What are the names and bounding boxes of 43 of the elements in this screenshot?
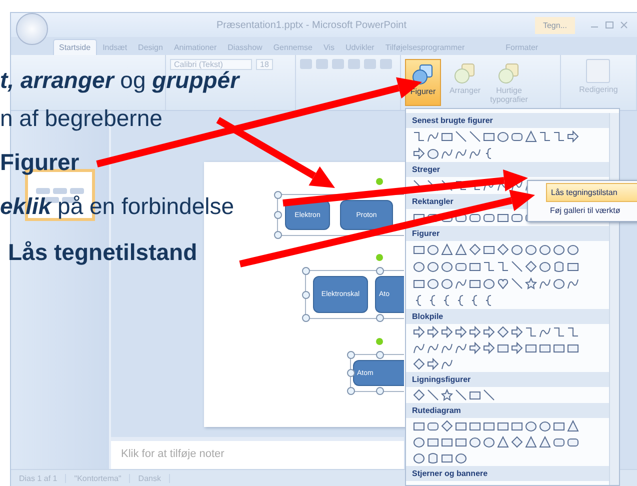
annotation-text: t, arranger og gruppér: [0, 68, 240, 94]
resize-handle[interactable]: [274, 211, 282, 219]
rotate-handle[interactable]: [376, 338, 383, 345]
resize-handle[interactable]: [347, 387, 355, 395]
gallery-heading: Blokpile: [406, 309, 609, 324]
resize-handle[interactable]: [274, 191, 282, 199]
annotation-text: Figurer: [0, 150, 80, 176]
resize-handle[interactable]: [347, 351, 355, 359]
gallery-heading: Senest brugte figurer: [406, 113, 609, 128]
resize-handle[interactable]: [302, 267, 310, 275]
gallery-heading: Ligningsfigurer: [406, 372, 609, 387]
resize-handle[interactable]: [302, 314, 310, 322]
shapes-drawing[interactable]: [412, 324, 580, 372]
resize-handle[interactable]: [376, 314, 384, 322]
window-controls-icon[interactable]: [589, 20, 629, 30]
rotate-handle[interactable]: [376, 178, 383, 185]
ribbon-button[interactable]: Arranger: [445, 59, 485, 98]
resize-handle[interactable]: [376, 267, 384, 275]
ribbon-tab[interactable]: Startside: [53, 39, 97, 55]
gallery-heading: Streger: [406, 162, 609, 177]
editing-button[interactable]: Redigering: [579, 59, 618, 94]
window-title: Præsentation1.pptx - Microsoft PowerPoint: [215, 20, 408, 30]
notes-field[interactable]: Klik for at tilføje noter: [111, 437, 404, 469]
resize-handle[interactable]: [302, 290, 310, 298]
office-button[interactable]: [16, 13, 48, 45]
menu-item[interactable]: Lås tegningstilstan: [546, 183, 637, 202]
font-size-field[interactable]: 18: [256, 59, 273, 70]
font-name-field[interactable]: Calibri (Tekst): [170, 59, 252, 70]
shapes-drawing[interactable]: [412, 128, 580, 162]
context-tab[interactable]: Tegn...: [534, 16, 575, 34]
resize-handle[interactable]: [347, 369, 355, 377]
rotate-handle[interactable]: [376, 254, 383, 261]
gallery-heading: Rutediagram: [406, 403, 609, 418]
gallery-heading: Stjerner og bannere: [406, 466, 609, 481]
shapes-drawing[interactable]: [412, 241, 580, 309]
ribbon-button[interactable]: Hurtige typografier: [489, 59, 529, 107]
resize-handle[interactable]: [376, 387, 384, 395]
resize-handle[interactable]: [376, 351, 384, 359]
annotation-text: Lås tegnetilstand: [8, 240, 198, 266]
gallery-heading: Figurer: [406, 226, 609, 241]
shapes-drawing[interactable]: [412, 418, 580, 466]
resize-handle[interactable]: [274, 231, 282, 239]
annotation-text: n af begreberne: [0, 106, 162, 132]
